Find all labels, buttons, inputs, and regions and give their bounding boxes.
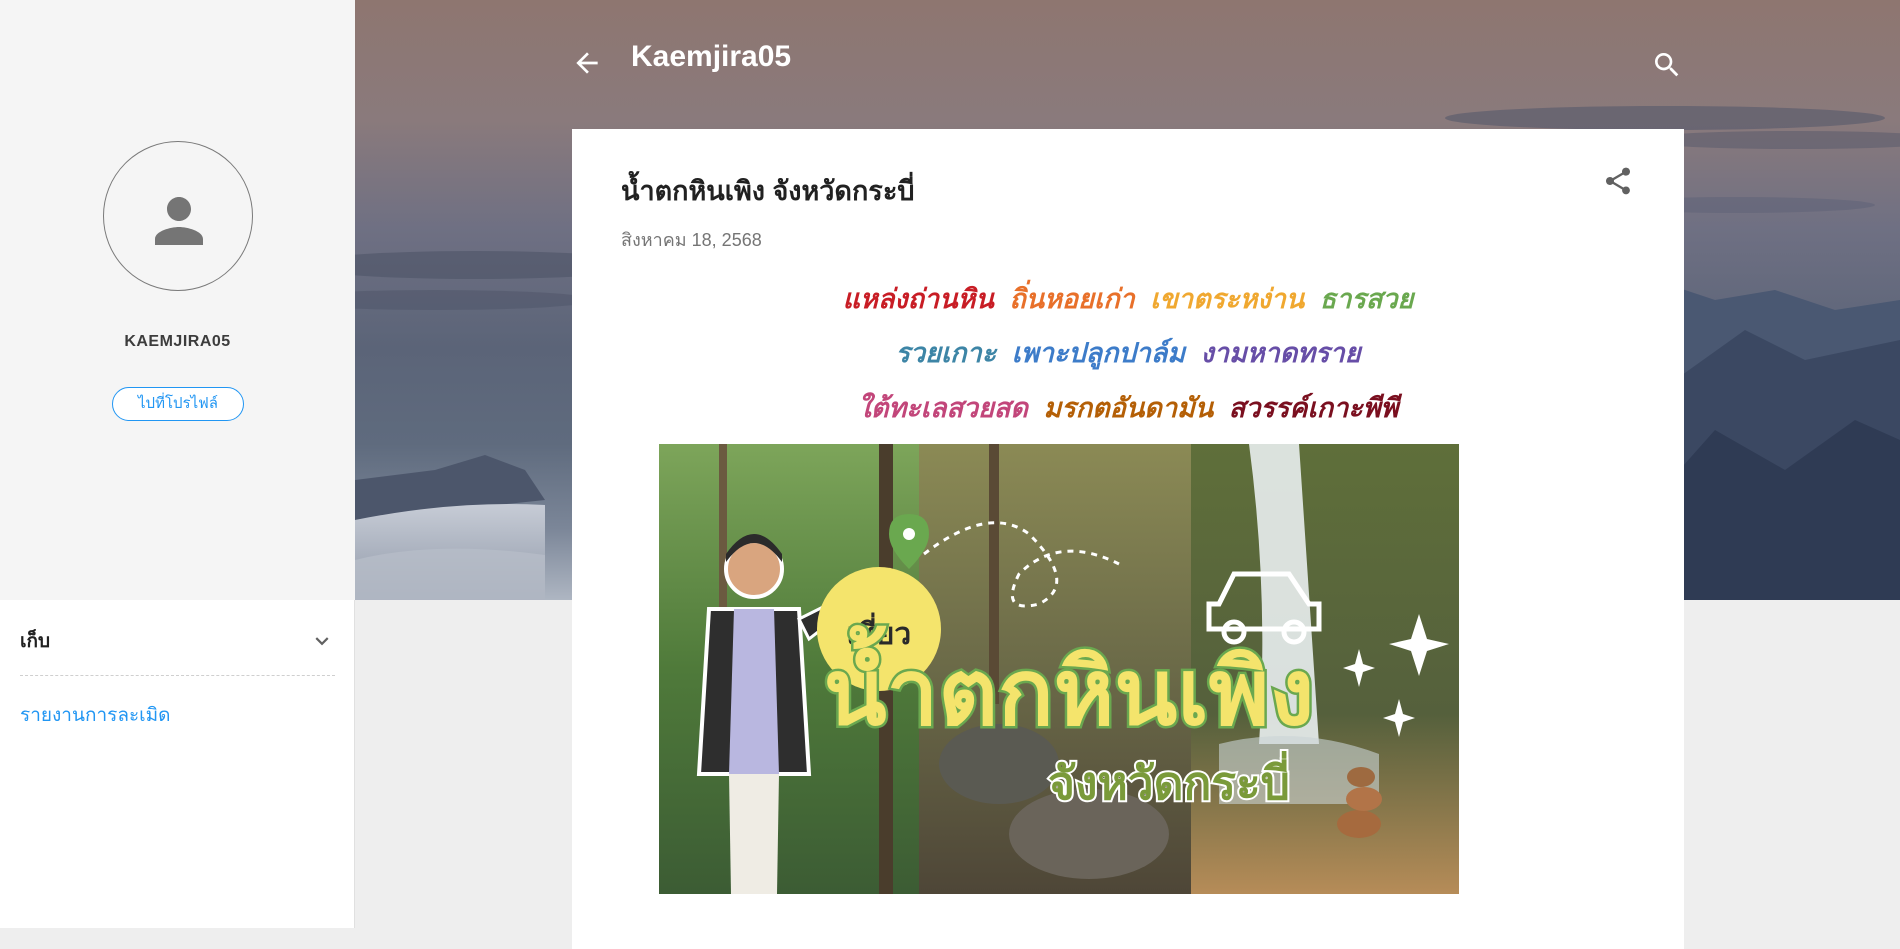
archive-title: เก็บ [20,631,51,652]
visit-profile-button[interactable]: ไปที่โปรไฟล์ [112,387,244,421]
archive-header[interactable]: เก็บ [20,620,335,676]
intro-phrase: ใต้ทะเลสวยสด [857,393,1028,423]
sidebar: KAEMJIRA05 ไปที่โปรไฟล์ เก็บ รายงานการละ… [0,0,355,928]
search-icon[interactable] [1651,49,1683,81]
report-abuse-link[interactable]: รายงานการละเมิด [20,700,171,730]
intro-phrase: งามหาดทราย [1200,338,1361,368]
post-cover-image[interactable]: เที่ยว น้ำตกหินเพิง จังหวัดกระบี่ [659,444,1459,894]
intro-line-2: รวยเกาะ เพาะปลูกปาล์ม งามหาดทราย [572,331,1684,374]
intro-phrase: ถิ่นหอยเก่า [1009,284,1135,314]
chevron-down-icon[interactable] [309,628,335,654]
blog-title[interactable]: Kaemjira05 [631,40,791,74]
post-date: สิงหาคม 18, 2568 [621,230,762,250]
post-title[interactable]: น้ำตกหินเพิง จังหวัดกระบี่ [621,169,914,212]
avatar[interactable] [103,141,253,291]
back-arrow-icon[interactable] [571,47,603,79]
person-icon [155,197,203,245]
share-icon[interactable] [1602,165,1634,197]
intro-phrase: มรกตอันดามัน [1043,393,1214,423]
intro-line-3: ใต้ทะเลสวยสด มรกตอันดามัน สวรรค์เกาะพีพี [572,386,1684,429]
intro-phrase: ธารสวย [1319,284,1414,314]
post-card: น้ำตกหินเพิง จังหวัดกระบี่ สิงหาคม 18, 2… [572,129,1684,949]
cover-headline: น้ำตกหินเพิง [824,625,1315,746]
intro-phrase: สวรรค์เกาะพีพี [1228,393,1399,423]
intro-phrase: แหล่งถ่านหิน [842,284,994,314]
intro-line-1: แหล่งถ่านหิน ถิ่นหอยเก่า เขาตระหง่าน ธาร… [572,277,1684,320]
intro-phrase: รวยเกาะ [895,338,997,368]
profile-name: KAEMJIRA05 [124,333,231,350]
intro-phrase: เขาตระหง่าน [1150,284,1305,314]
cover-illustration: เที่ยว น้ำตกหินเพิง จังหวัดกระบี่ [659,444,1459,894]
intro-phrase: เพาะปลูกปาล์ม [1011,338,1186,368]
profile-block: KAEMJIRA05 ไปที่โปรไฟล์ [0,0,355,600]
cover-subtitle: จังหวัดกระบี่ [1048,751,1290,810]
